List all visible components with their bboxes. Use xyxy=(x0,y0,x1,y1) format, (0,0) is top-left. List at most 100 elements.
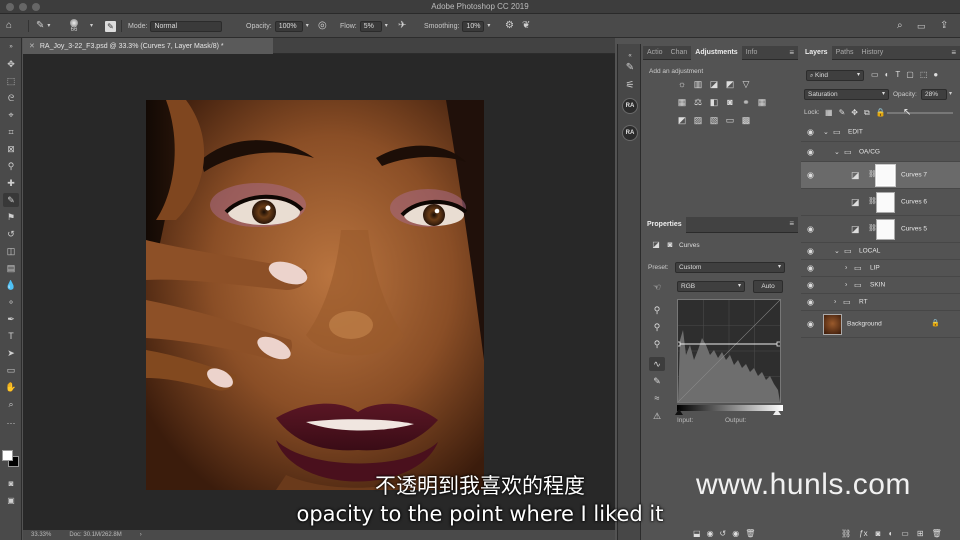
ra-panel-button-2[interactable]: RA xyxy=(622,125,638,141)
close-tab-icon[interactable]: ✕ xyxy=(29,42,35,50)
layer-filter-select[interactable]: ⌕ Kind ▾ xyxy=(806,70,864,81)
layer-row[interactable]: ◉ › ▭ LIP xyxy=(801,260,960,277)
target-adjust-icon[interactable]: ☜ xyxy=(649,280,665,294)
layer-row[interactable]: ◉ ⌄ ▭ EDIT xyxy=(801,122,960,142)
panel-menu-icon[interactable]: ≡ xyxy=(951,48,956,57)
visibility-eye-icon[interactable]: ◉ xyxy=(807,171,814,180)
brush-tool-icon[interactable]: ✎ xyxy=(3,193,19,207)
tab-history[interactable]: History xyxy=(857,46,887,60)
layer-mask-thumbnail[interactable] xyxy=(875,164,896,187)
chevron-down-icon[interactable]: ▾ xyxy=(385,21,388,31)
exposure-icon[interactable]: ◩ xyxy=(725,79,735,89)
lock-pixels-icon[interactable]: ✎ xyxy=(839,108,846,118)
share-button[interactable]: ⇪ xyxy=(940,14,948,38)
chevron-down-icon[interactable]: ▾ xyxy=(949,90,952,97)
lock-all-icon[interactable]: 🔒 xyxy=(876,108,886,118)
view-previous-icon[interactable]: ◉ xyxy=(707,529,714,538)
blur-tool-icon[interactable]: 💧 xyxy=(3,278,19,292)
ra-panel-button-1[interactable]: RA xyxy=(622,98,638,114)
layer-mask-thumbnail[interactable] xyxy=(876,219,895,240)
visibility-eye-icon[interactable]: ◉ xyxy=(807,320,814,329)
document-tab[interactable]: ✕ RA_Joy_3-22_F3.psd @ 33.3% (Curves 7, … xyxy=(23,38,273,54)
new-layer-icon[interactable]: ⊞ xyxy=(917,529,924,538)
zoom-tool-icon[interactable]: ⌕ xyxy=(3,397,19,411)
visibility-eye-icon[interactable]: ◉ xyxy=(807,198,814,207)
tool-preset-picker[interactable]: ✎ ▾ xyxy=(36,14,50,38)
eraser-tool-icon[interactable]: ◫ xyxy=(3,244,19,258)
layer-mask-thumbnail[interactable] xyxy=(876,192,895,213)
foreground-color-swatch[interactable] xyxy=(2,450,13,461)
eyedropper-tool-icon[interactable]: ⚲ xyxy=(3,159,19,173)
clone-stamp-tool-icon[interactable]: ⚑ xyxy=(3,210,19,224)
lock-position-icon[interactable]: ✥ xyxy=(851,108,858,118)
smoothing-field[interactable]: 10% xyxy=(462,20,485,32)
opacity-field[interactable]: 100% xyxy=(274,20,303,32)
filter-toggle-icon[interactable]: ● xyxy=(933,70,938,79)
vibrance-icon[interactable]: ▽ xyxy=(741,79,751,89)
airbrush-toggle[interactable]: ✈ xyxy=(398,14,406,38)
layer-row[interactable]: ◉ › ▭ SKIN xyxy=(801,277,960,294)
document-image[interactable] xyxy=(146,100,484,490)
threshold-icon[interactable]: ▧ xyxy=(709,115,719,125)
visibility-eye-icon[interactable]: ◉ xyxy=(807,281,814,290)
add-mask-icon[interactable]: ◙ xyxy=(876,529,881,538)
curve-point-tool-icon[interactable]: ∿ xyxy=(649,357,665,371)
layer-row[interactable]: ◉ ◪ ⛓ Curves 6 xyxy=(801,189,960,216)
smooth-curve-icon[interactable]: ≈ xyxy=(649,391,665,405)
posterize-icon[interactable]: ▨ xyxy=(693,115,703,125)
visibility-eye-icon[interactable]: ◉ xyxy=(807,264,814,273)
healing-tool-icon[interactable]: ✚ xyxy=(3,176,19,190)
channel-select[interactable]: RGB ▾ xyxy=(677,281,745,292)
tab-channels[interactable]: Chan xyxy=(667,46,692,60)
chevron-down-icon[interactable]: ⌄ xyxy=(834,247,840,255)
visibility-eye-icon[interactable]: ◉ xyxy=(807,147,814,156)
home-button[interactable]: ⌂ xyxy=(6,14,12,38)
gradient-tool-icon[interactable]: ▤ xyxy=(3,261,19,275)
move-tool-icon[interactable]: ✥ xyxy=(3,57,19,71)
type-tool-icon[interactable]: T xyxy=(3,329,19,343)
path-select-tool-icon[interactable]: ➤ xyxy=(3,346,19,360)
preset-select[interactable]: Custom ▾ xyxy=(675,262,785,273)
hue-saturation-icon[interactable]: ▦ xyxy=(677,97,687,107)
search-button[interactable]: ⌕ xyxy=(897,14,903,38)
white-point-eyedropper-icon[interactable]: ⚲ xyxy=(649,337,665,351)
more-tools-icon[interactable]: ··· xyxy=(3,416,19,430)
background-thumbnail[interactable] xyxy=(823,314,842,335)
auto-button[interactable]: Auto xyxy=(753,280,783,293)
workspace-button[interactable]: ▭ xyxy=(917,14,926,38)
zoom-level[interactable]: 33.33% xyxy=(31,532,51,538)
symmetry-button[interactable]: ❦ xyxy=(522,14,530,38)
tab-properties[interactable]: Properties xyxy=(643,217,686,233)
delete-adjustment-icon[interactable]: 🗑 xyxy=(745,529,755,538)
brightness-contrast-icon[interactable]: ☼ xyxy=(677,79,687,89)
hand-tool-icon[interactable]: ✋ xyxy=(3,380,19,394)
curve-pencil-tool-icon[interactable]: ✎ xyxy=(649,374,665,388)
dodge-tool-icon[interactable]: ⚬ xyxy=(3,295,19,309)
chevron-right-icon[interactable]: › xyxy=(845,282,847,289)
new-group-icon[interactable]: ▭ xyxy=(901,529,909,538)
toolbar-collapse-icon[interactable]: » xyxy=(3,40,19,54)
filter-shape-icon[interactable]: ▢ xyxy=(906,70,914,79)
crop-tool-icon[interactable]: ⌗ xyxy=(3,125,19,139)
filter-pixel-icon[interactable]: ▭ xyxy=(871,70,879,79)
filter-type-icon[interactable]: T xyxy=(895,70,900,79)
clip-to-layer-icon[interactable]: ⬓ xyxy=(693,529,701,538)
chevron-down-icon[interactable]: ⌄ xyxy=(823,128,829,136)
chevron-down-icon[interactable]: ▾ xyxy=(90,21,93,31)
frame-tool-icon[interactable]: ⊠ xyxy=(3,142,19,156)
panel-menu-icon[interactable]: ≡ xyxy=(789,48,794,57)
brush-settings-toggle[interactable]: ✎ xyxy=(105,14,116,38)
channel-mixer-icon[interactable]: ⚭ xyxy=(741,97,751,107)
layer-row[interactable]: ◉ ◪ ⛓ Curves 7 xyxy=(801,162,960,189)
blend-mode-select[interactable]: Saturation ▾ xyxy=(804,89,889,100)
clipping-warning-icon[interactable]: ⚠ xyxy=(649,409,665,423)
layer-row[interactable]: ◉ ◪ ⛓ Curves 5 xyxy=(801,216,960,243)
opacity-slider-track[interactable] xyxy=(887,112,953,114)
pressure-opacity-toggle[interactable]: ◎ xyxy=(318,14,327,38)
tab-actions[interactable]: Actio xyxy=(643,46,667,60)
flow-field[interactable]: 5% xyxy=(359,20,382,32)
layer-row[interactable]: ◉ › ▭ RT xyxy=(801,294,960,311)
curves-icon[interactable]: ◪ xyxy=(709,79,719,89)
gradient-map-icon[interactable]: ▭ xyxy=(725,115,735,125)
visibility-eye-icon[interactable]: ◉ xyxy=(807,225,814,234)
